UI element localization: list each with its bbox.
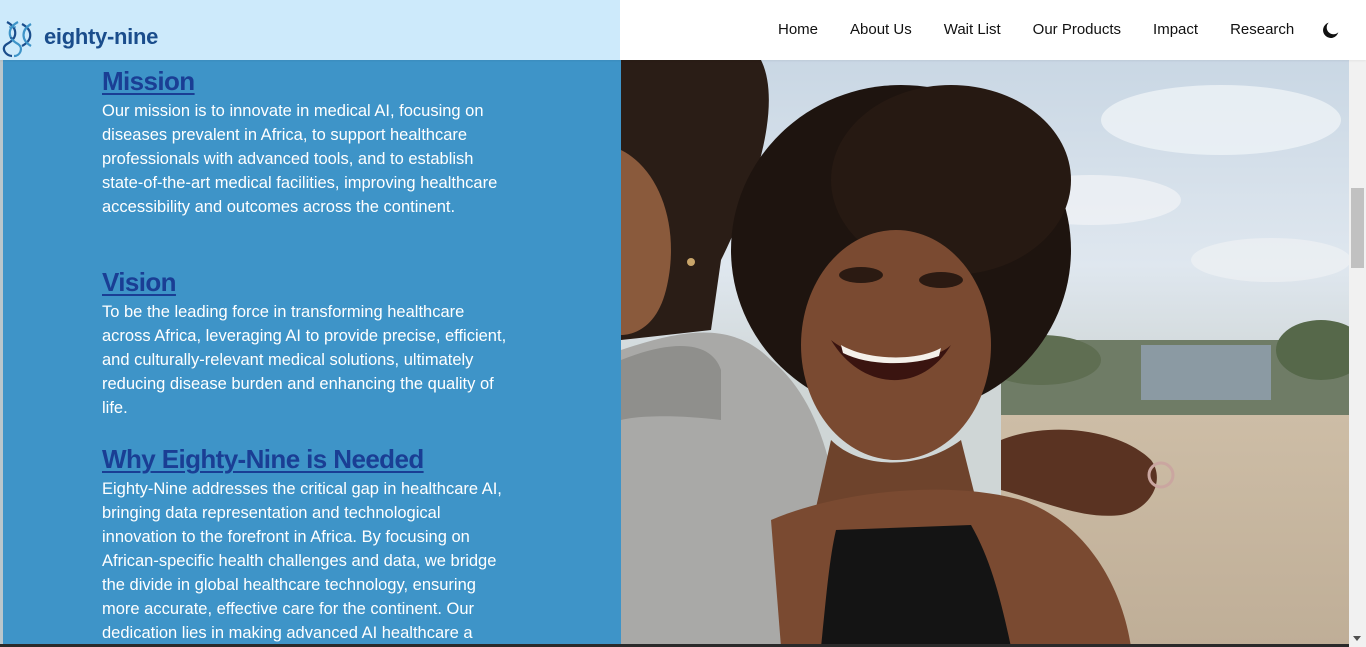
nav-about-us[interactable]: About Us xyxy=(850,21,912,38)
why-needed-heading[interactable]: Why Eighty-Nine is Needed xyxy=(102,443,508,475)
scrollbar-thumb[interactable] xyxy=(1351,188,1364,268)
mission-text: Our mission is to innovate in medical AI… xyxy=(102,102,498,216)
nav-our-products[interactable]: Our Products xyxy=(1033,21,1121,38)
why-needed-text: Eighty-Nine addresses the critical gap i… xyxy=(102,480,502,642)
site-header: eighty-nine Home About Us Wait List Our … xyxy=(0,0,1366,60)
brand-name[interactable]: eighty-nine xyxy=(44,24,158,50)
nav-home[interactable]: Home xyxy=(778,21,818,38)
logo-area[interactable]: eighty-nine xyxy=(0,0,620,60)
main-nav: Home About Us Wait List Our Products Imp… xyxy=(778,21,1326,38)
nav-wait-list[interactable]: Wait List xyxy=(944,21,1001,38)
panel-edge xyxy=(0,60,3,647)
dna-icon xyxy=(2,21,32,58)
about-content-panel: Mission Our mission is to innovate in me… xyxy=(0,60,621,647)
vision-text: To be the leading force in transforming … xyxy=(102,303,507,417)
photo-illustration xyxy=(621,60,1349,647)
nav-impact[interactable]: Impact xyxy=(1153,21,1198,38)
vision-heading[interactable]: Vision xyxy=(102,266,512,298)
page-scrollbar[interactable] xyxy=(1349,0,1366,647)
scroll-down-arrow-icon[interactable] xyxy=(1353,636,1361,641)
mission-section: Mission Our mission is to innovate in me… xyxy=(102,65,512,219)
moon-icon[interactable] xyxy=(1320,19,1342,41)
vision-section: Vision To be the leading force in transf… xyxy=(102,266,512,420)
why-needed-section: Why Eighty-Nine is Needed Eighty-Nine ad… xyxy=(102,443,508,645)
mission-heading[interactable]: Mission xyxy=(102,65,512,97)
hero-photo xyxy=(621,60,1349,647)
nav-research[interactable]: Research xyxy=(1230,21,1294,38)
